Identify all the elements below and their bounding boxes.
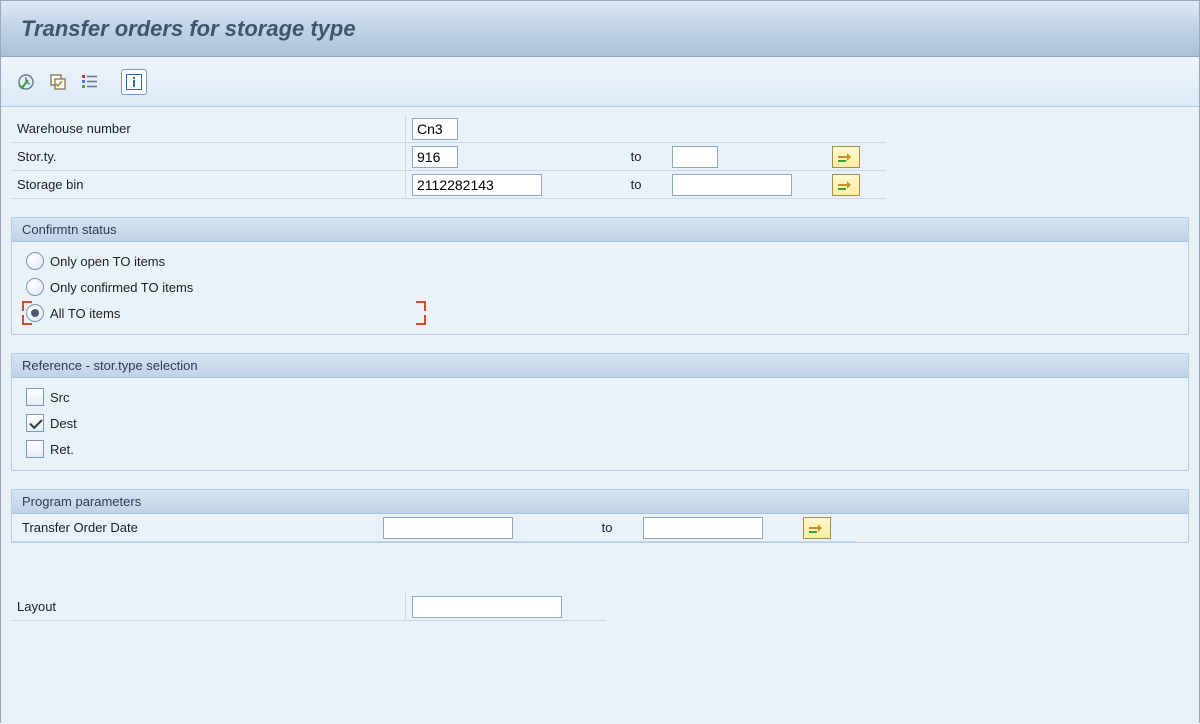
- layout-input[interactable]: [412, 596, 562, 618]
- layout-label: Layout: [11, 593, 406, 621]
- program-header: Program parameters: [12, 490, 1188, 514]
- toolbar: [1, 57, 1199, 107]
- reference-header: Reference - stor.type selection: [12, 354, 1188, 378]
- storage-bin-to-input[interactable]: [672, 174, 792, 196]
- check-src[interactable]: [26, 388, 44, 406]
- stor-ty-label: Stor.ty.: [11, 143, 406, 171]
- window: Transfer orders for storage type: [0, 0, 1200, 723]
- stor-ty-to-label: to: [631, 149, 642, 164]
- execute-button[interactable]: [13, 69, 39, 95]
- radio-open-to[interactable]: [26, 252, 44, 270]
- check-dest[interactable]: [26, 414, 44, 432]
- reference-group: Reference - stor.type selection Src Dest…: [11, 353, 1189, 471]
- radio-all-to[interactable]: [26, 304, 44, 322]
- todate-to-input[interactable]: [643, 517, 763, 539]
- selection-grid: Warehouse number Stor.ty. to: [11, 115, 1189, 199]
- radio-all-to-label: All TO items: [50, 306, 120, 321]
- get-variant-button[interactable]: [45, 69, 71, 95]
- check-src-label: Src: [50, 390, 70, 405]
- todate-multi-button[interactable]: [803, 517, 831, 539]
- radio-confirmed-to-label: Only confirmed TO items: [50, 280, 193, 295]
- confirm-status-header: Confirmtn status: [12, 218, 1188, 242]
- check-ret[interactable]: [26, 440, 44, 458]
- confirm-status-group: Confirmtn status Only open TO items Only…: [11, 217, 1189, 335]
- program-group: Program parameters Transfer Order Date t…: [11, 489, 1189, 543]
- warehouse-input[interactable]: [412, 118, 458, 140]
- radio-open-to-label: Only open TO items: [50, 254, 165, 269]
- storage-bin-to-label: to: [631, 177, 642, 192]
- content: Warehouse number Stor.ty. to: [1, 107, 1199, 724]
- selection-options-button[interactable]: [77, 69, 103, 95]
- todate-to-label: to: [602, 520, 613, 535]
- storage-bin-multi-button[interactable]: [832, 174, 860, 196]
- stor-ty-to-input[interactable]: [672, 146, 718, 168]
- check-ret-label: Ret.: [50, 442, 74, 457]
- radio-confirmed-to[interactable]: [26, 278, 44, 296]
- storage-bin-from-input[interactable]: [412, 174, 542, 196]
- todate-label: Transfer Order Date: [12, 514, 377, 542]
- stor-ty-from-input[interactable]: [412, 146, 458, 168]
- check-dest-label: Dest: [50, 416, 77, 431]
- stor-ty-multi-button[interactable]: [832, 146, 860, 168]
- page-title: Transfer orders for storage type: [21, 16, 356, 42]
- todate-from-input[interactable]: [383, 517, 513, 539]
- storage-bin-label: Storage bin: [11, 171, 406, 199]
- warehouse-label: Warehouse number: [11, 115, 406, 143]
- titlebar: Transfer orders for storage type: [1, 1, 1199, 57]
- info-button[interactable]: [121, 69, 147, 95]
